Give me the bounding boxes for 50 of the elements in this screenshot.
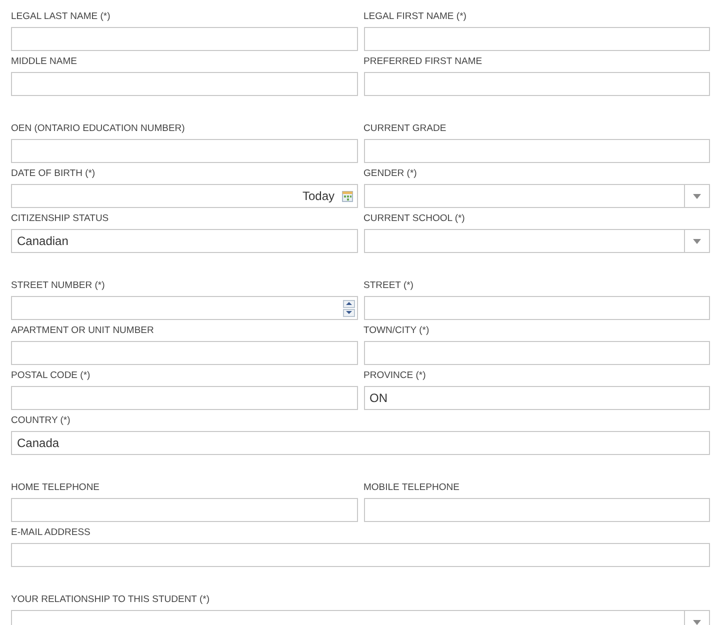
field-label: CURRENT GRADE (364, 123, 448, 135)
field-label: E-MAIL ADDRESS (11, 527, 92, 539)
caret-icon (693, 238, 701, 244)
decrement-button[interactable] (342, 308, 354, 316)
input-field[interactable] (11, 139, 358, 163)
caret-icon (693, 194, 701, 198)
field-label: MIDDLE NAME (11, 56, 78, 68)
calendar-icon (342, 190, 352, 202)
field-label: TOWN/CITY (*) (364, 325, 430, 337)
input-field[interactable] (11, 386, 358, 410)
input-field[interactable]: ON (364, 386, 710, 410)
input-field[interactable] (364, 341, 710, 365)
dropdown[interactable] (364, 229, 710, 253)
field-label: GENDER (*) (364, 168, 418, 180)
field-label: YOUR RELATIONSHIP TO THIS STUDENT (*) (11, 594, 210, 606)
input-field[interactable] (11, 498, 358, 522)
field-label: DATE OF BIRTH (*) (11, 168, 96, 180)
input-field[interactable] (364, 27, 710, 51)
field-label: OEN (ONTARIO EDUCATION NUMBER) (11, 123, 186, 135)
field-label: CITIZENSHIP STATUS (11, 213, 110, 225)
input-field[interactable]: Canadian (11, 229, 358, 253)
input-field[interactable] (11, 341, 358, 365)
field-label: STREET NUMBER (*) (11, 280, 106, 292)
field-label: STREET (*) (364, 280, 414, 292)
date-field[interactable]: Today (11, 184, 358, 208)
field-label: PREFERRED FIRST NAME (364, 56, 484, 68)
field-label: POSTAL CODE (*) (11, 370, 92, 382)
input-field[interactable] (11, 27, 358, 51)
field-label: LEGAL FIRST NAME (*) (364, 11, 468, 23)
up-arrow-icon (346, 302, 352, 305)
input-field[interactable] (364, 139, 710, 163)
input-field[interactable] (364, 72, 710, 96)
field-label: MOBILE TELEPHONE (364, 482, 460, 494)
field-label: APARTMENT OR UNIT NUMBER (11, 325, 155, 337)
field-label: CURRENT SCHOOL (*) (364, 213, 466, 225)
field-label: LEGAL LAST NAME (*) (11, 11, 112, 23)
input-field[interactable] (11, 543, 710, 567)
today-link[interactable]: Today (302, 187, 334, 205)
caret-icon (693, 620, 701, 624)
down-arrow-icon (346, 311, 352, 314)
input-field[interactable] (11, 72, 358, 96)
dropdown[interactable] (364, 184, 710, 208)
input-field[interactable] (364, 296, 710, 320)
field-label: PROVINCE (*) (364, 370, 427, 382)
input-field[interactable]: Canada (11, 431, 710, 455)
increment-button[interactable] (342, 300, 354, 308)
input-field[interactable] (364, 498, 710, 522)
number-field[interactable] (11, 296, 358, 320)
field-label: HOME TELEPHONE (11, 482, 101, 494)
field-label: COUNTRY (*) (11, 415, 72, 427)
